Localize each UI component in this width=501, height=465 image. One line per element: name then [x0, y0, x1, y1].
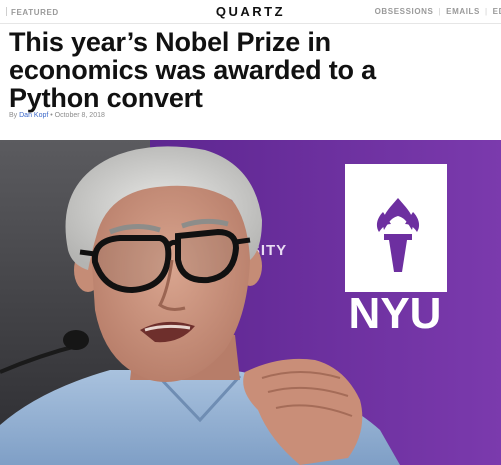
- byline: By Dan Kopf • October 8, 2018: [9, 112, 105, 119]
- headline-line-1: This year’s Nobel Prize in: [9, 27, 331, 57]
- author-link[interactable]: Dan Kopf: [19, 112, 48, 119]
- headline-line-3: Python convert: [9, 83, 203, 113]
- headline-line-2: economics was awarded to a: [9, 55, 376, 85]
- byline-separator: •: [50, 112, 53, 119]
- hero-photo: RSITY NYU: [0, 140, 501, 465]
- nyu-logo-box: [345, 164, 447, 292]
- top-nav: OBSESSIONS|EMAILS|ED: [375, 7, 501, 16]
- publish-date: October 8, 2018: [54, 112, 105, 119]
- top-bar: FEATURED QUARTZ OBSESSIONS|EMAILS|ED: [0, 0, 501, 24]
- hero-image: RSITY NYU: [0, 140, 501, 465]
- nav-obsessions[interactable]: OBSESSIONS: [375, 7, 434, 16]
- byline-prefix: By: [9, 112, 18, 119]
- article-headline: This year’s Nobel Prize in economics was…: [9, 28, 489, 112]
- nav-editions[interactable]: ED: [493, 7, 501, 16]
- nyu-logo-text: NYU: [349, 289, 442, 338]
- nav-emails[interactable]: EMAILS: [446, 7, 480, 16]
